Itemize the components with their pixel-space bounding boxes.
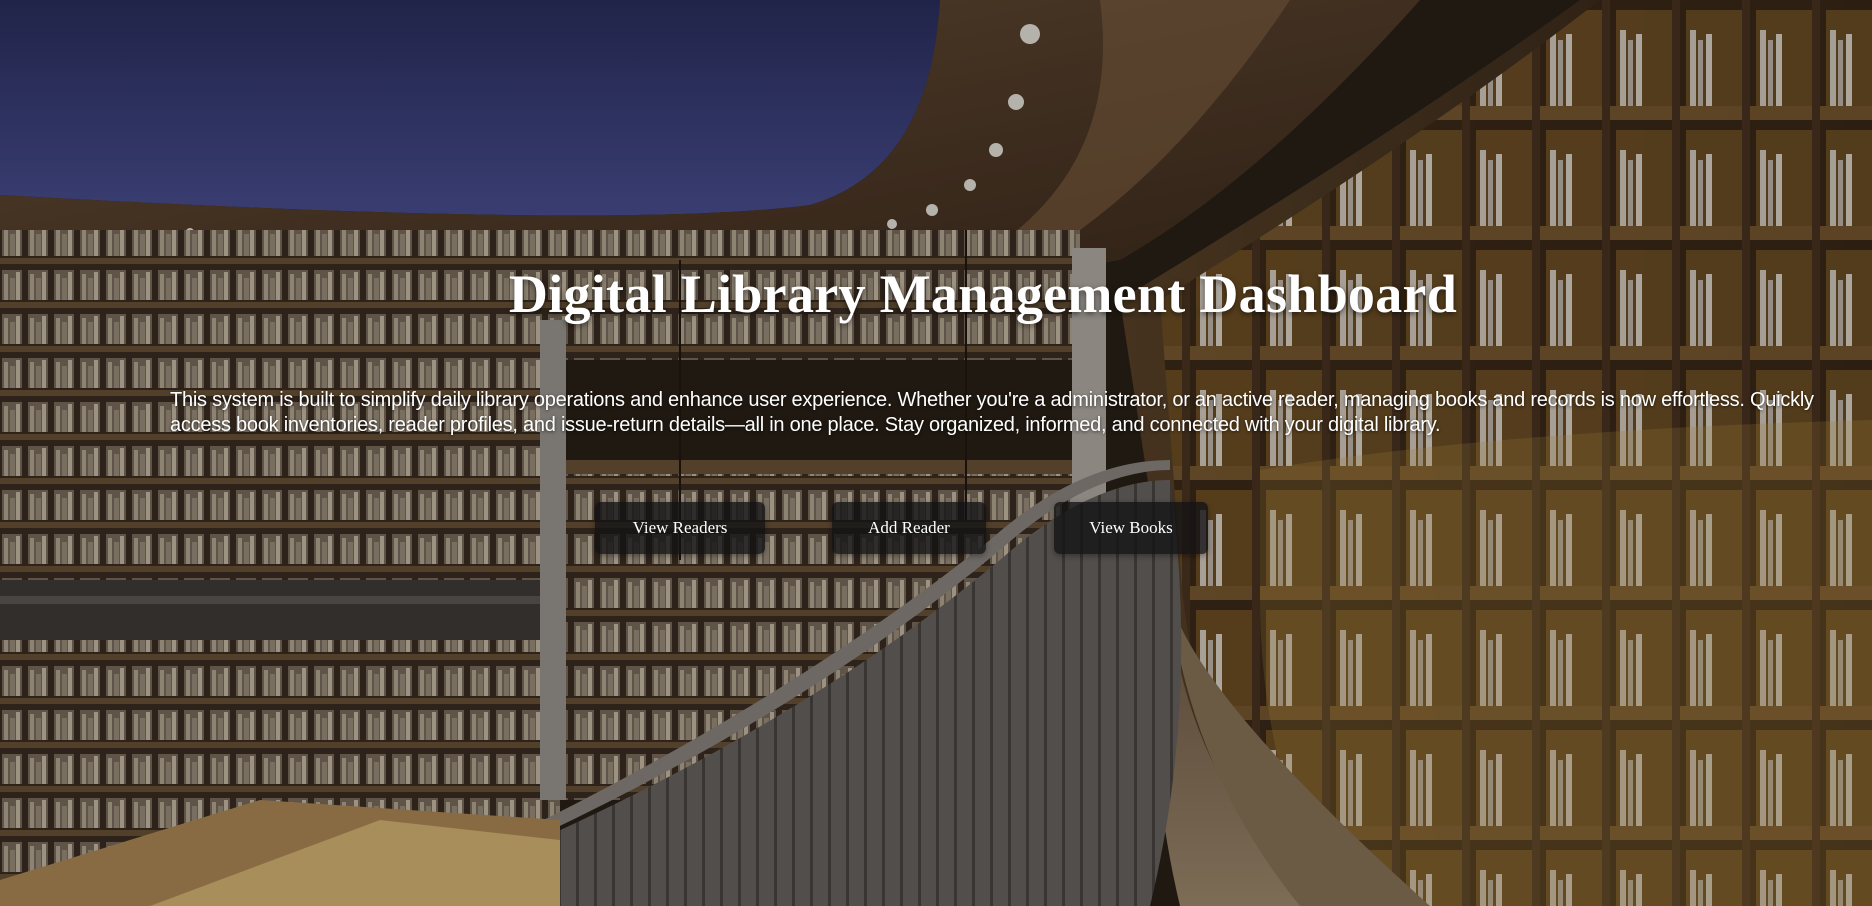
view-readers-button[interactable]: View Readers xyxy=(595,502,765,554)
hero-section: Digital Library Management Dashboard Thi… xyxy=(0,0,1872,906)
hero-description: This system is built to simplify daily l… xyxy=(170,389,1814,436)
view-books-button[interactable]: View Books xyxy=(1054,502,1208,554)
add-reader-button[interactable]: Add Reader xyxy=(832,502,986,554)
background-dim-overlay xyxy=(0,0,1872,906)
page-title: Digital Library Management Dashboard xyxy=(508,264,1458,324)
